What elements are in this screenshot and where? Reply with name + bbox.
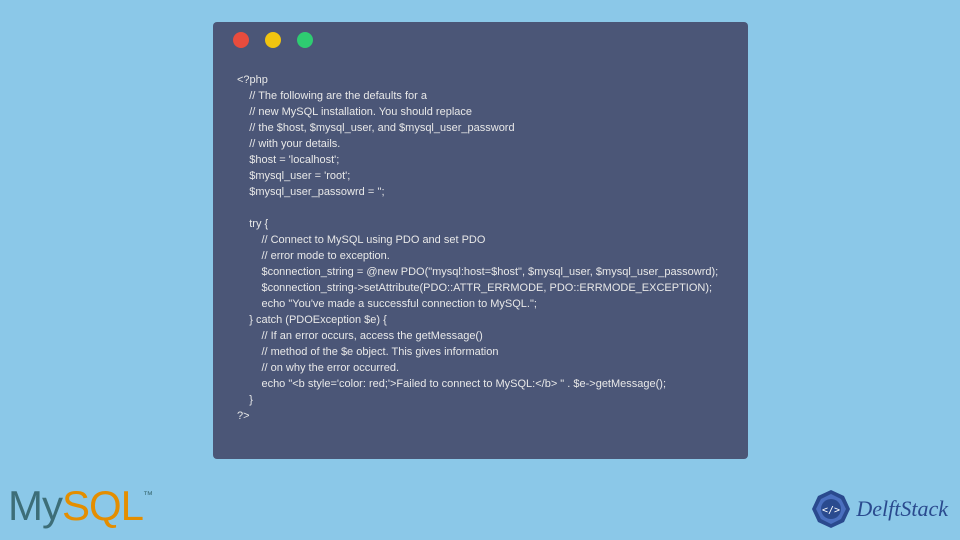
delftstack-icon: </> <box>810 488 852 530</box>
mysql-logo: MySQL™ <box>8 482 152 530</box>
mysql-logo-tm: ™ <box>143 490 152 501</box>
mysql-logo-my: My <box>8 482 62 529</box>
code-window: <?php // The following are the defaults … <box>213 22 748 459</box>
close-icon[interactable] <box>233 32 249 48</box>
delftstack-text: DelftStack <box>856 496 948 522</box>
delftstack-logo: </> DelftStack <box>810 488 948 530</box>
minimize-icon[interactable] <box>265 32 281 48</box>
window-titlebar <box>213 22 748 58</box>
mysql-logo-sql: SQL <box>62 482 143 529</box>
maximize-icon[interactable] <box>297 32 313 48</box>
svg-text:</>: </> <box>822 505 840 516</box>
code-content: <?php // The following are the defaults … <box>213 58 748 438</box>
